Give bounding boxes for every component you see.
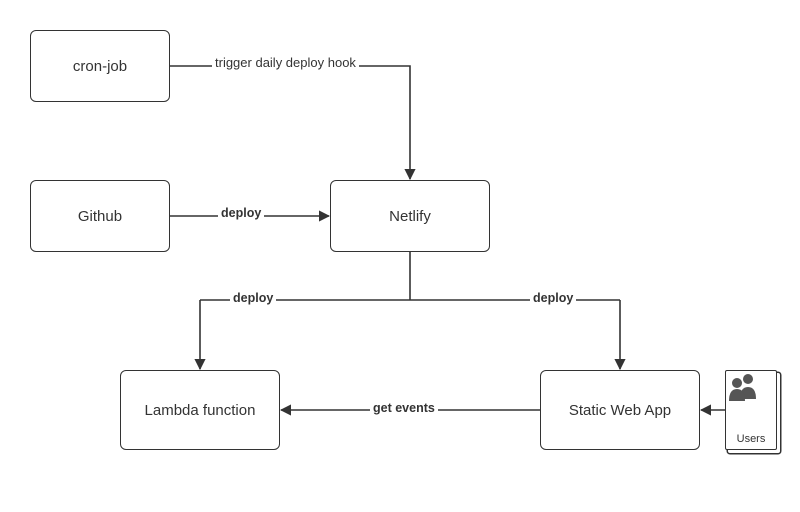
node-github: Github bbox=[30, 180, 170, 252]
node-github-label: Github bbox=[78, 208, 122, 225]
users-icon bbox=[726, 371, 762, 403]
node-webapp: Static Web App bbox=[540, 370, 700, 450]
node-lambda: Lambda function bbox=[120, 370, 280, 450]
node-users: Users bbox=[725, 370, 777, 450]
edge-cron-to-netlify bbox=[170, 66, 410, 179]
node-lambda-label: Lambda function bbox=[145, 402, 256, 419]
label-netlify-to-lambda: deploy bbox=[230, 291, 276, 305]
label-cron-to-netlify: trigger daily deploy hook bbox=[212, 55, 359, 70]
label-webapp-to-lambda: get events bbox=[370, 401, 438, 415]
node-cronjob-label: cron-job bbox=[73, 58, 127, 75]
node-webapp-label: Static Web App bbox=[569, 402, 671, 419]
node-netlify: Netlify bbox=[330, 180, 490, 252]
node-cronjob: cron-job bbox=[30, 30, 170, 102]
label-netlify-to-webapp: deploy bbox=[530, 291, 576, 305]
node-users-label: Users bbox=[737, 433, 766, 445]
label-github-to-netlify: deploy bbox=[218, 206, 264, 220]
node-netlify-label: Netlify bbox=[389, 208, 431, 225]
